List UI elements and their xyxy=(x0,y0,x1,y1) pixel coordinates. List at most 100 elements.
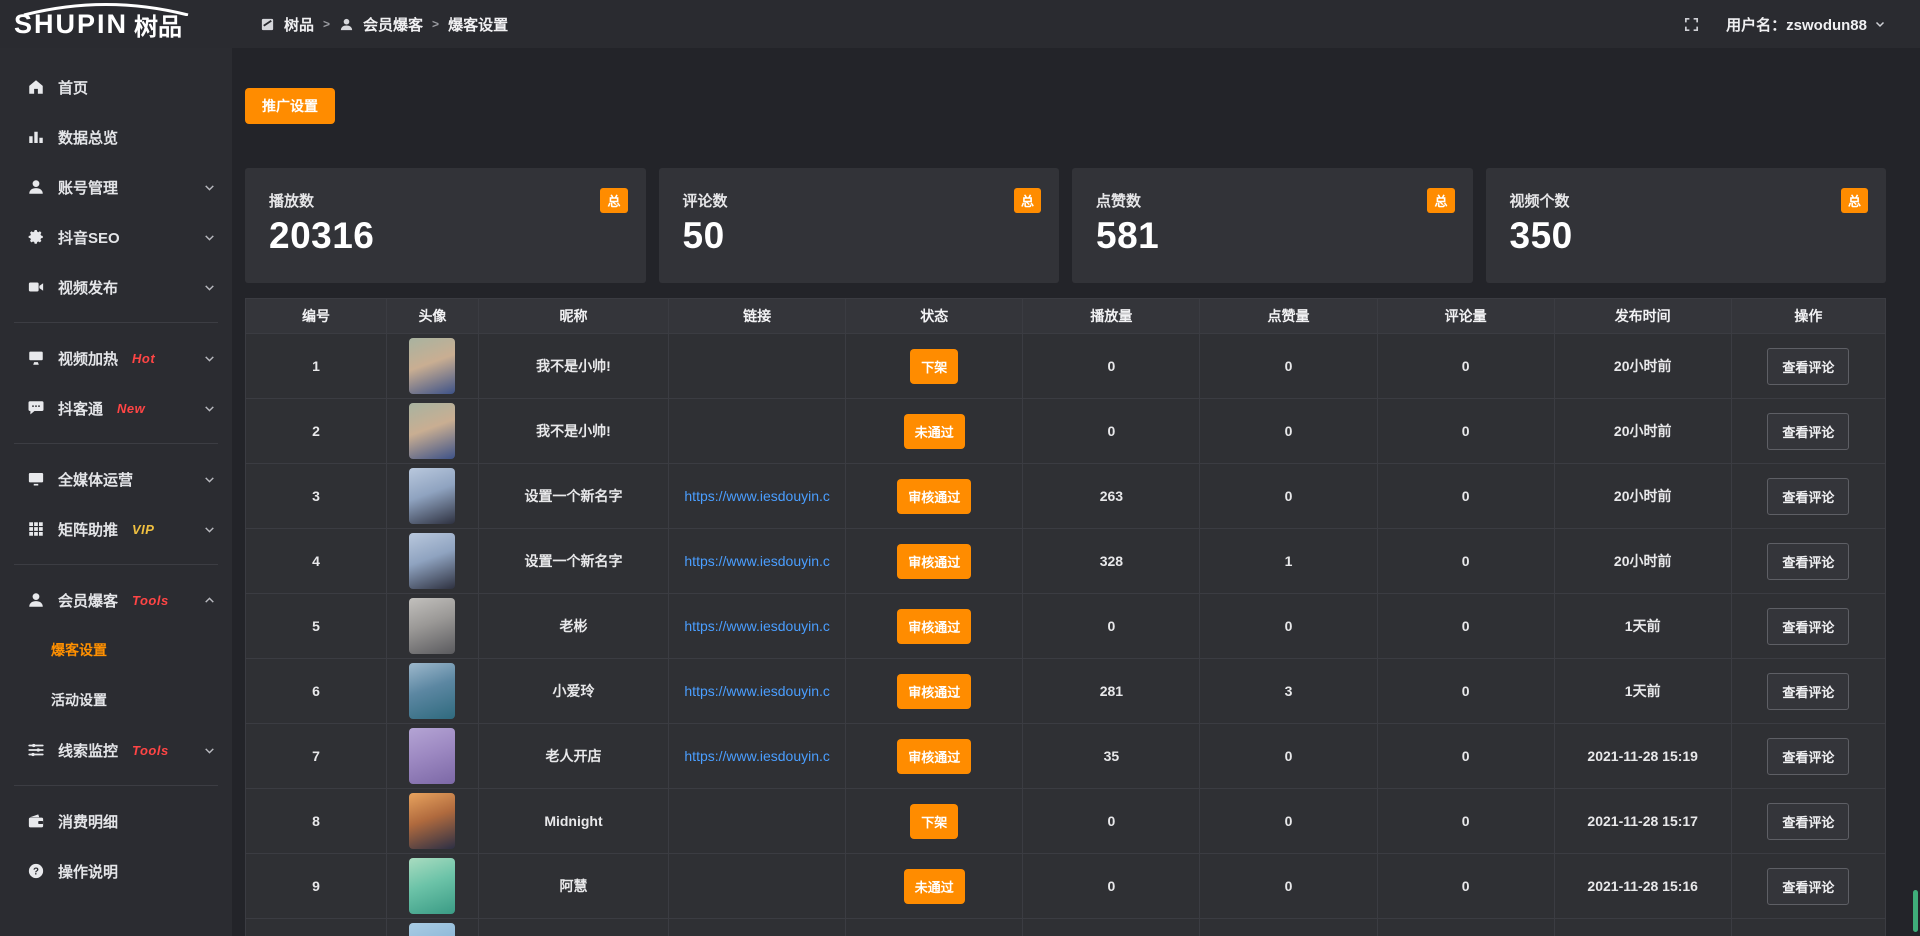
status-button[interactable]: 审核通过 xyxy=(897,739,971,774)
view-comments-button[interactable]: 查看评论 xyxy=(1767,413,1849,450)
sidebar-item-account-management[interactable]: 账号管理 xyxy=(0,162,232,212)
sidebar-item-video-publish[interactable]: 视频发布 xyxy=(0,262,232,312)
sidebar-subitem-activity-settings[interactable]: 活动设置 xyxy=(0,675,232,725)
cell-id: 3 xyxy=(246,464,387,529)
home-icon xyxy=(26,78,45,97)
video-link[interactable]: https://www.iesdouyin.c xyxy=(669,683,845,699)
cell-plays: 0 xyxy=(1023,399,1200,464)
sidebar-item-label: 消费明细 xyxy=(58,811,118,832)
sidebar-item-douyin-seo[interactable]: 抖音SEO xyxy=(0,212,232,262)
sidebar-item-member-baoke[interactable]: 会员爆客 Tools xyxy=(0,575,232,625)
chevron-down-icon xyxy=(203,402,216,415)
fullscreen-icon[interactable] xyxy=(1683,16,1700,33)
gear-icon xyxy=(26,228,45,247)
sidebar-subitem-baoke-settings[interactable]: 爆客设置 xyxy=(0,625,232,675)
video-camera-icon xyxy=(26,278,45,297)
username-label: 用户名：zswodun88 xyxy=(1726,14,1867,35)
cell-actions: 查看评论 xyxy=(1731,399,1885,464)
cell-actions: 查看评论 xyxy=(1731,464,1885,529)
cell-likes: 0 xyxy=(1200,334,1377,399)
col-publish-time: 发布时间 xyxy=(1554,299,1731,334)
breadcrumb-section[interactable]: 会员爆客 xyxy=(363,14,423,35)
sidebar-item-video-heat[interactable]: 视频加热 Hot xyxy=(0,333,232,383)
cell-avatar xyxy=(387,659,479,724)
status-button[interactable]: 审核通过 xyxy=(897,544,971,579)
sidebar-item-lead-monitor[interactable]: 线索监控 Tools xyxy=(0,725,232,775)
cell-link: https://www.iesdouyin.c xyxy=(669,594,846,659)
status-button[interactable]: 未通过 xyxy=(904,869,965,904)
promotion-settings-button[interactable]: 推广设置 xyxy=(245,88,335,124)
cell-publish-time: 1天前 xyxy=(1554,594,1731,659)
cell-comments: 0 xyxy=(1377,334,1554,399)
status-button[interactable]: 未通过 xyxy=(904,414,965,449)
cell-avatar xyxy=(387,334,479,399)
cell-plays: 263 xyxy=(1023,464,1200,529)
status-button[interactable]: 审核通过 xyxy=(897,479,971,514)
user-menu[interactable]: 用户名：zswodun88 xyxy=(1726,14,1886,35)
view-comments-button[interactable]: 查看评论 xyxy=(1767,608,1849,645)
status-button[interactable]: 审核通过 xyxy=(897,674,971,709)
breadcrumb-home[interactable]: 树品 xyxy=(284,14,314,35)
sidebar-item-spending-details[interactable]: 消费明细 xyxy=(0,796,232,846)
view-comments-button[interactable]: 查看评论 xyxy=(1767,803,1849,840)
cell-avatar xyxy=(387,464,479,529)
cell-likes: 0 xyxy=(1200,464,1377,529)
user-icon xyxy=(339,17,354,32)
video-link[interactable]: https://www.iesdouyin.c xyxy=(669,748,845,764)
cell-actions: 查看评论 xyxy=(1731,659,1885,724)
cell-likes: 0 xyxy=(1200,399,1377,464)
cell-comments xyxy=(1377,919,1554,936)
bar-chart-icon xyxy=(26,128,45,147)
cell-id: 5 xyxy=(246,594,387,659)
status-button[interactable]: 下架 xyxy=(910,804,958,839)
cell-comments: 0 xyxy=(1377,724,1554,789)
view-comments-button[interactable]: 查看评论 xyxy=(1767,478,1849,515)
cell-id: 2 xyxy=(246,399,387,464)
cell-actions: 查看评论 xyxy=(1731,529,1885,594)
cell-plays: 0 xyxy=(1023,334,1200,399)
sidebar-item-home[interactable]: 首页 xyxy=(0,62,232,112)
cell-nickname: 我不是小帅! xyxy=(478,334,668,399)
sidebar-item-label: 全媒体运营 xyxy=(58,469,133,490)
cell-nickname: Midnight xyxy=(478,789,668,854)
cell-id xyxy=(246,919,387,936)
sidebar-item-matrix-boost[interactable]: 矩阵助推 VIP xyxy=(0,504,232,554)
col-link: 链接 xyxy=(669,299,846,334)
sidebar-item-label: 抖音SEO xyxy=(58,227,120,248)
breadcrumb: 树品 > 会员爆客 > 爆客设置 xyxy=(260,14,508,35)
screen-icon xyxy=(26,349,45,368)
chevron-down-icon xyxy=(1874,18,1886,30)
view-comments-button[interactable]: 查看评论 xyxy=(1767,868,1849,905)
video-link[interactable]: https://www.iesdouyin.c xyxy=(669,553,845,569)
sidebar-item-omnimedia[interactable]: 全媒体运营 xyxy=(0,454,232,504)
sidebar-item-douketong[interactable]: 抖客通 New xyxy=(0,383,232,433)
video-link[interactable]: https://www.iesdouyin.c xyxy=(669,488,845,504)
cell-comments: 0 xyxy=(1377,854,1554,919)
stat-card-comments: 评论数 50 总 xyxy=(659,168,1060,283)
cell-comments: 0 xyxy=(1377,399,1554,464)
cell-plays: 281 xyxy=(1023,659,1200,724)
cell-publish-time: 2021-11-28 15:16 xyxy=(1554,854,1731,919)
sidebar-item-operation-guide[interactable]: ? 操作说明 xyxy=(0,846,232,896)
sidebar-item-label: 首页 xyxy=(58,77,88,98)
sidebar-item-data-overview[interactable]: 数据总览 xyxy=(0,112,232,162)
cell-status: 审核通过 xyxy=(846,464,1023,529)
chevron-up-icon xyxy=(203,594,216,607)
view-comments-button[interactable]: 查看评论 xyxy=(1767,543,1849,580)
cell-actions: 查看评论 xyxy=(1731,789,1885,854)
status-button[interactable]: 下架 xyxy=(910,349,958,384)
main-content: 推广设置 播放数 20316 总 评论数 50 总 点赞数 581 总 视频个数… xyxy=(232,0,1920,936)
cell-plays xyxy=(1023,919,1200,936)
view-comments-button[interactable]: 查看评论 xyxy=(1767,738,1849,775)
avatar xyxy=(409,468,455,524)
view-comments-button[interactable]: 查看评论 xyxy=(1767,673,1849,710)
cell-nickname: 小爱玲 xyxy=(478,659,668,724)
cell-id: 1 xyxy=(246,334,387,399)
view-comments-button[interactable]: 查看评论 xyxy=(1767,348,1849,385)
stat-value: 581 xyxy=(1096,215,1449,257)
video-link[interactable]: https://www.iesdouyin.c xyxy=(669,618,845,634)
status-button[interactable]: 审核通过 xyxy=(897,609,971,644)
scrollbar-thumb[interactable] xyxy=(1913,890,1918,932)
sidebar-item-label: 视频加热 xyxy=(58,348,118,369)
chevron-down-icon xyxy=(203,181,216,194)
